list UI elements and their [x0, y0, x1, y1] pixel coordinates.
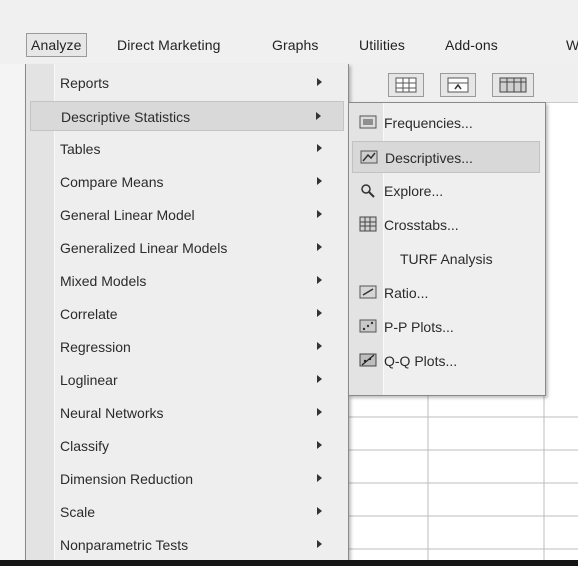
submenu-item-crosstabs[interactable]: Crosstabs... [352, 209, 540, 241]
submenu-item-descriptives[interactable]: Descriptives... [352, 141, 540, 173]
menu-item-correlate[interactable]: Correlate [30, 299, 344, 329]
menu-item-generalized-linear-models[interactable]: Generalized Linear Models [30, 233, 344, 263]
menu-item-general-linear-model[interactable]: General Linear Model [30, 200, 344, 230]
menu-item-label: Regression [60, 339, 131, 355]
menu-direct-marketing[interactable]: Direct Marketing [117, 37, 221, 53]
submenu-arrow-icon [316, 112, 321, 120]
menu-item-nonparametric-tests[interactable]: Nonparametric Tests [30, 530, 344, 560]
menu-item-label: Generalized Linear Models [60, 240, 228, 256]
explore-icon [361, 184, 375, 198]
qq-plots-icon [359, 353, 377, 367]
menu-item-label: Dimension Reduction [60, 471, 194, 487]
menu-add-ons[interactable]: Add-ons [445, 37, 498, 53]
submenu-arrow-icon [317, 144, 322, 152]
submenu-arrow-icon [317, 540, 322, 548]
submenu-arrow-icon [317, 375, 322, 383]
bottom-border [0, 560, 578, 566]
frequencies-icon [359, 115, 377, 129]
submenu-arrow-icon [317, 507, 322, 515]
variables-button[interactable] [492, 73, 534, 97]
menu-item-label: General Linear Model [60, 207, 195, 223]
submenu-item-explore[interactable]: Explore... [352, 175, 540, 207]
submenu-arrow-icon [317, 78, 322, 86]
menu-item-label: Loglinear [60, 372, 118, 388]
menu-item-loglinear[interactable]: Loglinear [30, 365, 344, 395]
menu-item-reports[interactable]: Reports [30, 68, 344, 98]
menu-item-label: Reports [60, 75, 110, 91]
submenu-item-label: TURF Analysis [400, 251, 493, 267]
menu-item-tables[interactable]: Tables [30, 134, 344, 164]
submenu-arrow-icon [317, 243, 322, 251]
descriptives-icon [360, 150, 378, 164]
submenu-arrow-icon [317, 474, 322, 482]
submenu-item-turf-analysis[interactable]: TURF Analysis [352, 243, 540, 275]
menu-item-classify[interactable]: Classify [30, 431, 344, 461]
menu-item-neural-networks[interactable]: Neural Networks [30, 398, 344, 428]
submenu-item-label: P-P Plots... [384, 319, 454, 335]
submenu-arrow-icon [317, 408, 322, 416]
menubar: Analyze Direct Marketing Graphs Utilitie… [0, 0, 578, 64]
menu-item-label: Correlate [60, 306, 118, 322]
menu-item-compare-means[interactable]: Compare Means [30, 167, 344, 197]
submenu-arrow-icon [317, 276, 322, 284]
ratio-icon [359, 285, 377, 299]
menu-item-label: Compare Means [60, 174, 164, 190]
menu-item-descriptive-statistics[interactable]: Descriptive Statistics [30, 101, 344, 131]
menu-utilities[interactable]: Utilities [359, 37, 405, 53]
submenu-item-qq-plots[interactable]: Q-Q Plots... [352, 345, 540, 377]
crosstabs-icon [359, 216, 377, 232]
submenu-item-label: Q-Q Plots... [384, 353, 458, 369]
submenu-item-label: Crosstabs... [384, 217, 459, 233]
menu-window[interactable]: W [566, 37, 578, 53]
menu-item-mixed-models[interactable]: Mixed Models [30, 266, 344, 296]
menu-analyze[interactable]: Analyze [26, 33, 87, 57]
submenu-arrow-icon [317, 441, 322, 449]
submenu-arrow-icon [317, 342, 322, 350]
submenu-item-pp-plots[interactable]: P-P Plots... [352, 311, 540, 343]
table-icon [499, 77, 527, 93]
menu-item-label: Neural Networks [60, 405, 164, 421]
pp-plots-icon [359, 319, 377, 333]
submenu-arrow-icon [317, 177, 322, 185]
submenu-arrow-icon [317, 309, 322, 317]
analyze-menu: Reports Descriptive Statistics Tables Co… [25, 64, 349, 561]
grid-search-icon [395, 77, 417, 93]
descriptive-statistics-submenu: Frequencies... Descriptives... Explore..… [348, 102, 546, 396]
goto-variable-button[interactable] [440, 73, 476, 97]
menu-graphs[interactable]: Graphs [272, 37, 319, 53]
menu-item-regression[interactable]: Regression [30, 332, 344, 362]
submenu-item-ratio[interactable]: Ratio... [352, 277, 540, 309]
menu-item-label: Scale [60, 504, 96, 520]
goto-case-button[interactable] [388, 73, 424, 97]
menu-item-dimension-reduction[interactable]: Dimension Reduction [30, 464, 344, 494]
menu-item-label: Tables [60, 141, 101, 157]
submenu-arrow-icon [317, 210, 322, 218]
spss-window: Analyze Direct Marketing Graphs Utilitie… [0, 0, 578, 566]
menu-item-label: Descriptive Statistics [61, 109, 191, 125]
menu-item-label: Classify [60, 438, 110, 454]
submenu-item-label: Descriptives... [385, 150, 473, 166]
submenu-item-label: Explore... [384, 183, 444, 199]
menu-item-scale[interactable]: Scale [30, 497, 344, 527]
menu-item-label: Nonparametric Tests [60, 537, 189, 553]
grid-arrow-icon [447, 77, 469, 93]
submenu-item-label: Ratio... [384, 285, 429, 301]
submenu-item-frequencies[interactable]: Frequencies... [352, 107, 540, 139]
toolbar [348, 64, 578, 103]
submenu-item-label: Frequencies... [384, 115, 473, 131]
menu-item-label: Mixed Models [60, 273, 147, 289]
